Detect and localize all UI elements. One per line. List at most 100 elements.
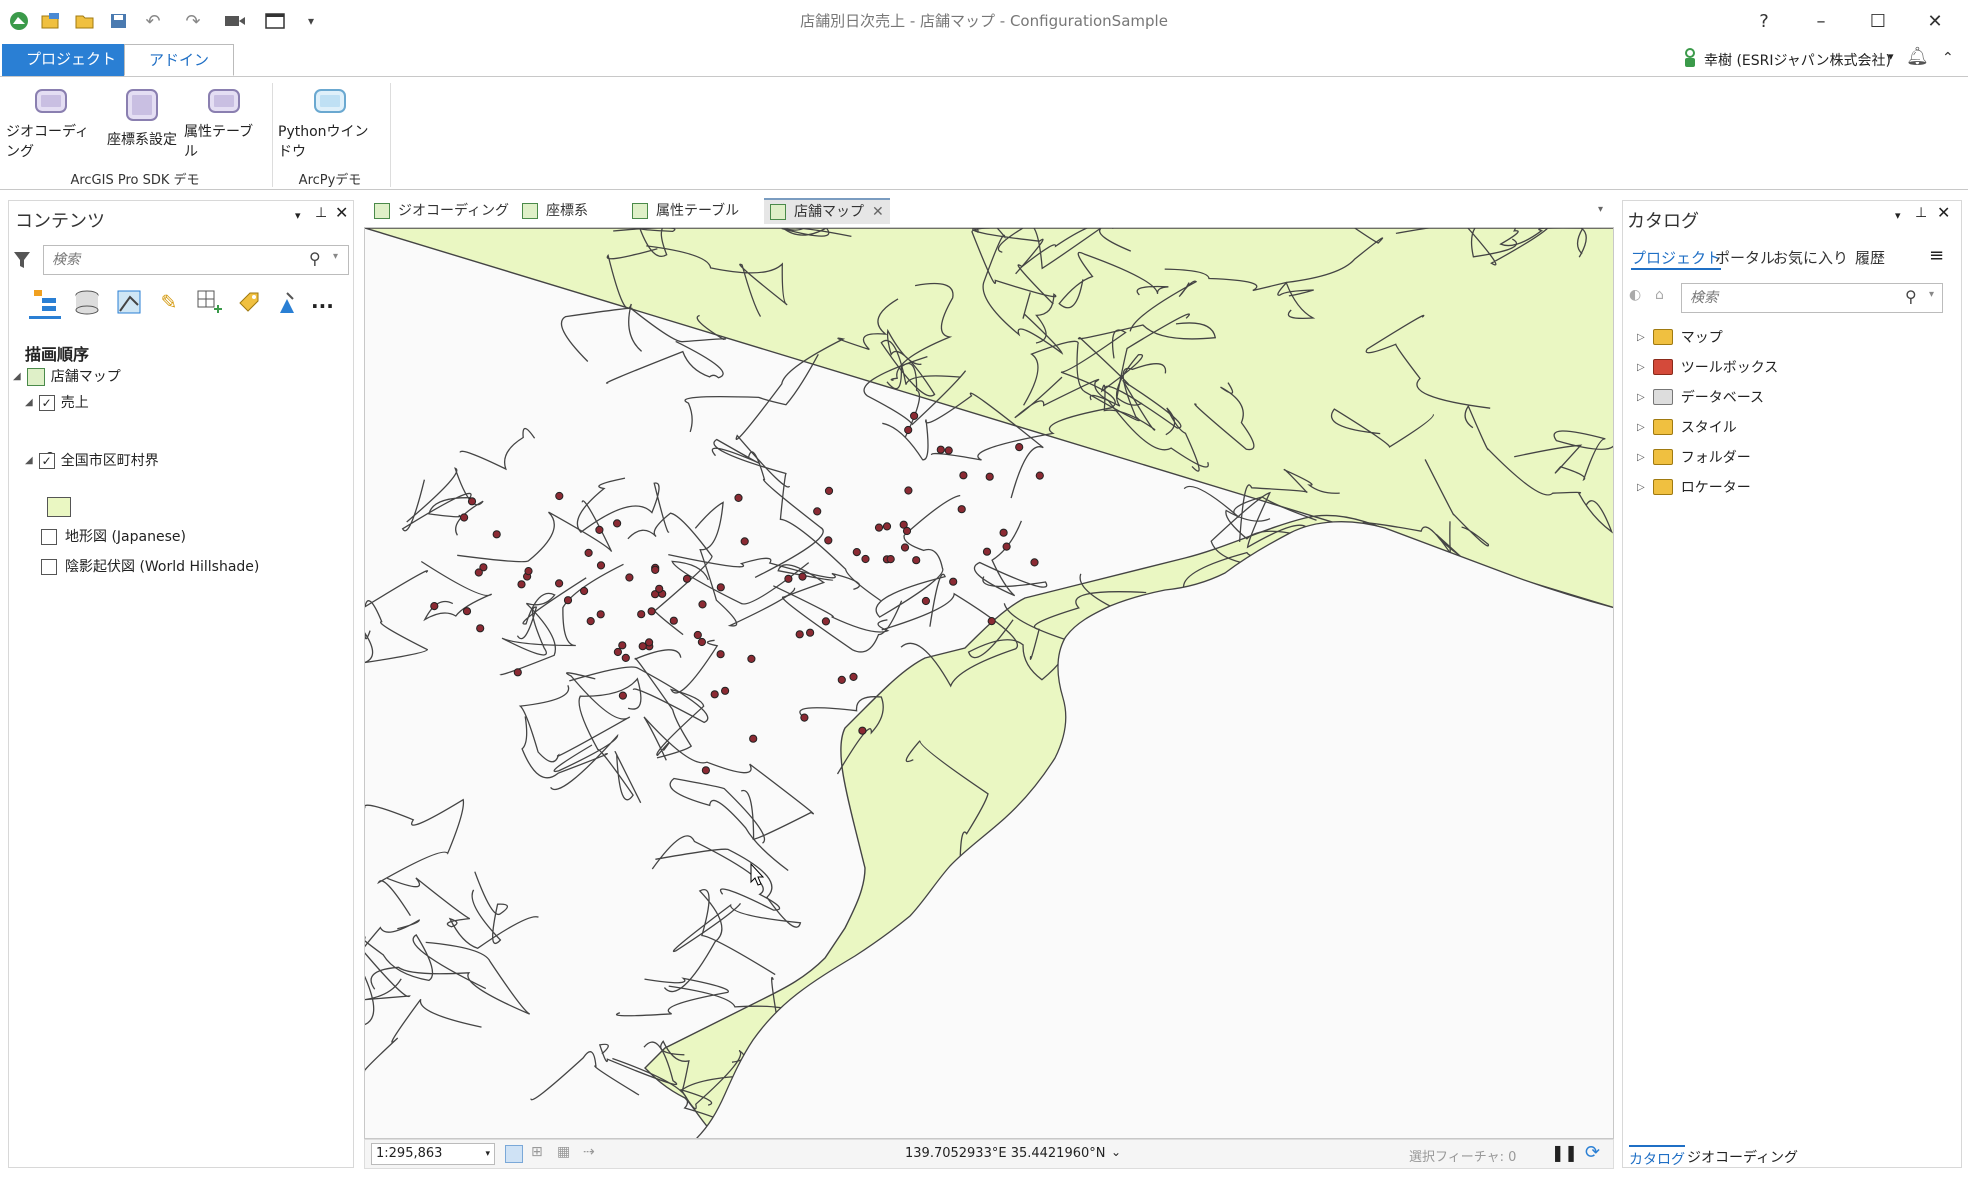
layer-visibility-checkbox[interactable]: ✓: [38, 453, 55, 469]
layer-item-sales[interactable]: ◢ ✓ 売上: [25, 391, 89, 415]
view-tabs-dropdown-icon[interactable]: ▾: [1598, 204, 1603, 215]
layer-visibility-checkbox[interactable]: [41, 529, 57, 545]
catalog-tab-project[interactable]: プロジェクト: [1631, 247, 1722, 270]
collapse-arrow-icon[interactable]: ◢: [25, 391, 33, 415]
notification-bell-icon[interactable]: 🔔︎: [1906, 46, 1929, 67]
catalog-tab-history[interactable]: 履歴: [1855, 247, 1885, 268]
list-by-source-icon[interactable]: [71, 285, 103, 319]
python-window-button[interactable]: Pythonウインドウ: [278, 85, 382, 161]
customize-dropdown-icon[interactable]: ▾: [298, 8, 324, 34]
maximize-button[interactable]: ☐: [1850, 0, 1906, 42]
layer-visibility-checkbox[interactable]: [41, 559, 57, 575]
tab-project[interactable]: プロジェクト: [2, 44, 141, 76]
view-tab-store-map[interactable]: 店舗マップ ✕: [764, 198, 890, 224]
pane-close-icon[interactable]: ✕: [1937, 203, 1950, 222]
bottom-tab-catalog[interactable]: カタログ: [1629, 1145, 1685, 1169]
fixed-zoom-icon[interactable]: [505, 1145, 523, 1163]
pane-menu-icon[interactable]: ▾: [1895, 209, 1901, 222]
expand-arrow-icon[interactable]: ▷: [1637, 452, 1645, 463]
pause-drawing-icon[interactable]: ❚❚: [1551, 1143, 1578, 1162]
table-icon[interactable]: ▦: [557, 1144, 570, 1160]
coordinate-system-label: 座標系設定: [107, 132, 177, 148]
search-icon[interactable]: ⚲: [1905, 287, 1917, 306]
tab-addin[interactable]: アドイン: [124, 44, 235, 76]
layer-item-boundaries[interactable]: ◢ ✓ 全国市区町村界: [25, 449, 159, 473]
close-button[interactable]: ✕: [1907, 0, 1963, 42]
save-project-icon[interactable]: [106, 8, 132, 34]
map-item[interactable]: ◢ 店舗マップ: [13, 365, 121, 389]
pin-icon[interactable]: ⊥: [1915, 205, 1927, 221]
map-view[interactable]: [364, 227, 1614, 1139]
polygon-symbol[interactable]: [47, 497, 71, 517]
back-icon[interactable]: ◐: [1629, 287, 1641, 303]
refresh-icon[interactable]: ⟳: [1585, 1142, 1600, 1163]
coordinate-system-button[interactable]: 座標系設定: [100, 85, 184, 161]
catalog-item-toolboxes[interactable]: ▷ ツールボックス: [1637, 355, 1778, 379]
view-tab-attribute-table[interactable]: 属性テーブル: [626, 198, 745, 224]
search-icon[interactable]: ⚲: [309, 249, 321, 268]
pin-icon[interactable]: ⊥: [315, 205, 327, 221]
list-by-selection-icon[interactable]: [113, 285, 145, 319]
list-by-drawing-order-icon[interactable]: [29, 285, 61, 319]
pane-menu-icon[interactable]: ▾: [295, 209, 301, 222]
collapse-ribbon-icon[interactable]: ⌃: [1942, 50, 1954, 66]
view-tab-coordinate[interactable]: 座標系: [516, 198, 594, 224]
geocoding-button[interactable]: ジオコーディング: [6, 85, 96, 161]
layer-item-topographic[interactable]: 地形図 (Japanese): [41, 525, 186, 549]
filter-icon[interactable]: [13, 249, 31, 271]
collapse-arrow-icon[interactable]: ◢: [25, 449, 33, 473]
catalog-item-databases[interactable]: ▷ データベース: [1637, 385, 1764, 409]
collapse-arrow-icon[interactable]: ◢: [13, 365, 21, 389]
store-point: [693, 630, 702, 640]
snapping-icon[interactable]: ⇢: [583, 1144, 595, 1160]
list-by-perspective-icon[interactable]: [271, 285, 303, 319]
catalog-tab-portal[interactable]: ポータル: [1715, 247, 1775, 268]
layer-item-hillshade[interactable]: 陰影起伏図 (World Hillshade): [41, 555, 259, 579]
scale-selector[interactable]: 1:295,863 ▾: [371, 1143, 495, 1165]
grid-icon[interactable]: ⊞: [531, 1144, 543, 1160]
pane-close-icon[interactable]: ✕: [335, 203, 348, 222]
hamburger-menu-icon[interactable]: ≡: [1929, 245, 1944, 266]
scale-dropdown-icon[interactable]: ▾: [485, 1144, 490, 1164]
list-by-labeling-icon[interactable]: [233, 285, 265, 319]
store-point: [798, 572, 807, 581]
catalog-item-locators[interactable]: ▷ ロケーター: [1637, 475, 1751, 499]
app-logo-icon[interactable]: [6, 8, 32, 34]
catalog-item-styles[interactable]: ▷ スタイル: [1637, 415, 1737, 439]
expand-arrow-icon[interactable]: ▷: [1637, 422, 1645, 433]
list-by-editing-icon[interactable]: ✎: [153, 285, 185, 319]
expand-arrow-icon[interactable]: ▷: [1637, 362, 1645, 373]
more-icon[interactable]: ...: [311, 289, 334, 313]
minimize-button[interactable]: –: [1793, 0, 1849, 42]
catalog-item-maps[interactable]: ▷ マップ: [1637, 325, 1723, 349]
list-by-snapping-icon[interactable]: [193, 285, 225, 319]
bottom-tab-geocoding[interactable]: ジオコーディング: [1687, 1147, 1798, 1167]
user-name[interactable]: 幸樹 (ESRIジャパン株式会社): [1704, 50, 1891, 70]
catalog-search-input[interactable]: 検索: [1681, 283, 1943, 313]
open-project-icon[interactable]: [72, 8, 98, 34]
home-icon[interactable]: ⌂: [1655, 287, 1664, 303]
camera-icon[interactable]: [222, 8, 248, 34]
attribute-table-button[interactable]: 属性テーブル: [184, 85, 264, 161]
undo-icon[interactable]: ↶: [140, 8, 166, 34]
contents-search-input[interactable]: 検索: [43, 245, 349, 275]
expand-arrow-icon[interactable]: ▷: [1637, 332, 1645, 343]
view-tab-geocoding[interactable]: ジオコーディング: [368, 198, 515, 224]
expand-arrow-icon[interactable]: ▷: [1637, 482, 1645, 493]
layer-visibility-checkbox[interactable]: ✓: [38, 395, 55, 411]
coordinate-format-dropdown-icon[interactable]: ⌄: [1111, 1145, 1121, 1159]
new-project-icon[interactable]: [38, 8, 64, 34]
tab-close-icon[interactable]: ✕: [872, 199, 884, 225]
search-options-icon[interactable]: ▾: [333, 251, 338, 262]
expand-arrow-icon[interactable]: ▷: [1637, 392, 1645, 403]
catalog-item-folders[interactable]: ▷ フォルダー: [1637, 445, 1751, 469]
search-options-icon[interactable]: ▾: [1929, 289, 1934, 300]
redo-icon[interactable]: ↷: [180, 8, 206, 34]
catalog-tab-favorites[interactable]: お気に入り: [1773, 247, 1848, 268]
help-button[interactable]: ?: [1736, 0, 1792, 42]
map-canvas[interactable]: [365, 228, 1614, 1139]
store-point: [858, 726, 867, 735]
user-dropdown-icon[interactable]: ▾: [1888, 50, 1894, 63]
boundary-line: [365, 570, 429, 664]
window-icon[interactable]: [262, 8, 288, 34]
